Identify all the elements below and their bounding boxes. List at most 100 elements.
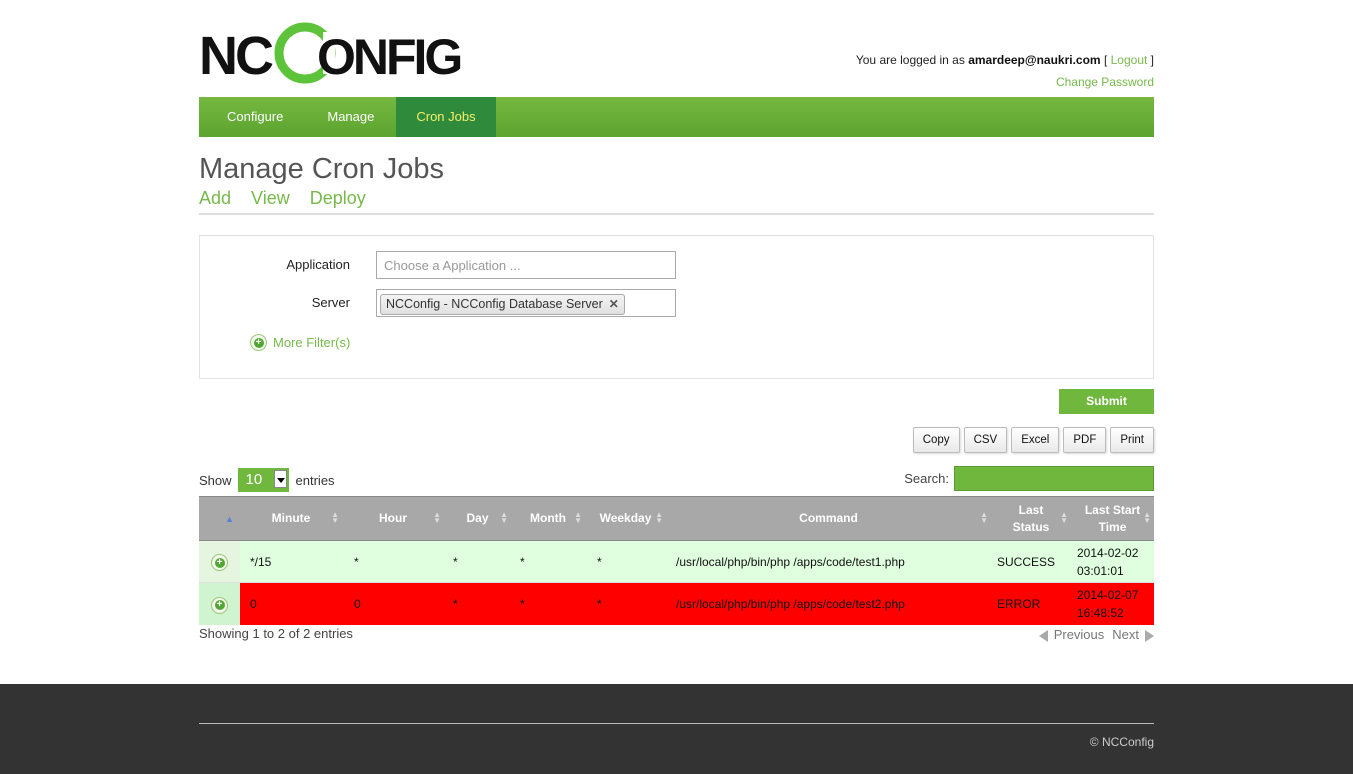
cell-time: 16:48:52	[1077, 605, 1124, 620]
sort-icon: ▲ ▼	[574, 510, 582, 525]
table-row: + */15 * * * * /usr/local/php/bin/php /a…	[199, 540, 1154, 583]
logged-in-prefix: You are logged in as	[855, 53, 965, 67]
sort-icon: ▲ ▼	[980, 510, 988, 525]
table-row: + 0 0 * * * /usr/local/php/bin/php /apps…	[199, 582, 1154, 625]
remove-chip-icon[interactable]: ✕	[609, 297, 619, 311]
server-select[interactable]: NCConfig - NCConfig Database Server ✕	[376, 289, 676, 317]
ncconfig-logo[interactable]: NC ONFIG	[199, 22, 479, 84]
search-input[interactable]	[954, 466, 1154, 491]
show-label: Show	[199, 472, 232, 488]
cell-month: *	[511, 582, 585, 625]
column-header-last-start-time[interactable]: Last Start Time ▲ ▼	[1071, 496, 1154, 541]
filter-panel: Application Choose a Application ... Ser…	[199, 235, 1154, 379]
svg-text:NC: NC	[199, 26, 273, 84]
command-header-label: Command	[799, 511, 858, 525]
nav-cron-jobs[interactable]: Cron Jobs	[396, 97, 496, 137]
last-start-header-label-1: Last Start	[1084, 502, 1141, 517]
export-toolbar: Copy CSV Excel PDF Print	[912, 427, 1154, 453]
more-filters-label: More Filter(s)	[273, 335, 351, 350]
column-header-control[interactable]: ▲	[199, 496, 240, 541]
arrow-left-icon	[1038, 630, 1048, 642]
sort-icon: ▲ ▼	[331, 510, 339, 525]
cron-jobs-table: ▲ Minute ▲ ▼ Hour ▲ ▼ Day ▲ ▼ Month ▲ ▼ Weekday ▲…	[199, 496, 1154, 625]
expand-row-icon[interactable]: +	[211, 554, 228, 572]
cell-minute: */15	[240, 540, 342, 583]
expand-row-icon[interactable]: +	[211, 596, 228, 614]
logout-link[interactable]: Logout	[1111, 53, 1148, 67]
column-header-hour[interactable]: Hour ▲ ▼	[342, 496, 444, 541]
last-status-header-label-1: Last	[1018, 502, 1044, 517]
next-button[interactable]: Next	[1112, 626, 1154, 642]
month-header-label: Month	[530, 511, 566, 525]
application-label: Application	[286, 257, 350, 272]
page-length-value: 10	[245, 471, 263, 488]
sort-icon: ▲ ▼	[1143, 510, 1151, 525]
sort-icon: ▲ ▼	[655, 510, 663, 525]
svg-text:ONFIG: ONFIG	[317, 29, 460, 84]
sort-icon: ▲ ▼	[433, 510, 441, 525]
arrow-right-icon	[1145, 630, 1154, 642]
footer: © NCConfig	[0, 684, 1353, 774]
previous-label: Previous	[1053, 626, 1105, 642]
csv-button[interactable]: CSV	[963, 427, 1008, 453]
sort-icon: ▲ ▼	[1060, 510, 1068, 525]
more-filters-link[interactable]: + More Filter(s)	[250, 334, 350, 351]
user-box: You are logged in as amardeep@naukri.com…	[855, 53, 1154, 89]
cell-status: ERROR	[991, 582, 1071, 625]
nav-configure[interactable]: Configure	[199, 97, 305, 137]
cell-hour: 0	[342, 582, 444, 625]
cell-command: /usr/local/php/bin/php /apps/code/test1.…	[666, 540, 991, 583]
print-button[interactable]: Print	[1110, 427, 1154, 453]
excel-button[interactable]: Excel	[1011, 427, 1060, 453]
copy-button[interactable]: Copy	[912, 427, 960, 453]
pagination: Previous Next	[1038, 626, 1154, 642]
cell-date: 2014-02-02	[1077, 545, 1139, 560]
last-start-header-label-2: Time	[1098, 519, 1127, 534]
column-header-day[interactable]: Day ▲ ▼	[444, 496, 511, 541]
weekday-header-label: Weekday	[599, 511, 652, 525]
pdf-button[interactable]: PDF	[1063, 427, 1107, 453]
application-select[interactable]: Choose a Application ...	[376, 251, 676, 279]
subnav-deploy[interactable]: Deploy	[310, 188, 366, 209]
sort-icon: ▲ ▼	[500, 510, 508, 525]
plus-circle-icon: +	[250, 334, 267, 351]
cell-date: 2014-02-07	[1077, 587, 1139, 602]
cell-status: SUCCESS	[991, 540, 1071, 583]
previous-button[interactable]: Previous	[1038, 626, 1105, 642]
nav-manage[interactable]: Manage	[305, 97, 396, 137]
cell-weekday: *	[585, 582, 666, 625]
table-info: Showing 1 to 2 of 2 entries	[199, 626, 353, 641]
last-status-header-label-2: Status	[1012, 519, 1050, 534]
subnav-view[interactable]: View	[251, 188, 290, 209]
server-chip-label: NCConfig - NCConfig Database Server	[386, 297, 603, 311]
dropdown-arrow-icon	[273, 470, 287, 488]
column-header-last-status[interactable]: Last Status ▲ ▼	[991, 496, 1071, 541]
column-header-command[interactable]: Command ▲ ▼	[666, 496, 991, 541]
cell-weekday: *	[585, 540, 666, 583]
server-chip: NCConfig - NCConfig Database Server ✕	[380, 293, 625, 315]
cell-command: /usr/local/php/bin/php /apps/code/test2.…	[666, 582, 991, 625]
minute-header-label: Minute	[271, 511, 311, 525]
hour-header-label: Hour	[379, 511, 407, 525]
row-expand-cell: +	[199, 582, 240, 625]
main-nav: Configure Manage Cron Jobs	[199, 97, 1154, 137]
column-header-minute[interactable]: Minute ▲ ▼	[240, 496, 342, 541]
user-email: amardeep@naukri.com	[968, 53, 1101, 67]
column-header-month[interactable]: Month ▲ ▼	[511, 496, 585, 541]
submit-button[interactable]: Submit	[1059, 389, 1154, 414]
cell-day: *	[444, 582, 511, 625]
cell-hour: *	[342, 540, 444, 583]
change-password-link[interactable]: Change Password	[1056, 75, 1154, 89]
cell-month: *	[511, 540, 585, 583]
sub-nav: Add View Deploy	[199, 188, 366, 209]
cell-last-start-time: 2014-02-02 03:01:01	[1071, 540, 1154, 583]
subnav-add[interactable]: Add	[199, 188, 231, 209]
page-title: Manage Cron Jobs	[199, 153, 445, 185]
page-length-select[interactable]: 10	[237, 468, 289, 492]
cell-last-start-time: 2014-02-07 16:48:52	[1071, 582, 1154, 625]
cell-minute: 0	[240, 582, 342, 625]
server-label: Server	[311, 295, 350, 310]
search-label: Search:	[904, 471, 949, 486]
column-header-weekday[interactable]: Weekday ▲ ▼	[585, 496, 666, 541]
footer-divider	[199, 723, 1154, 724]
